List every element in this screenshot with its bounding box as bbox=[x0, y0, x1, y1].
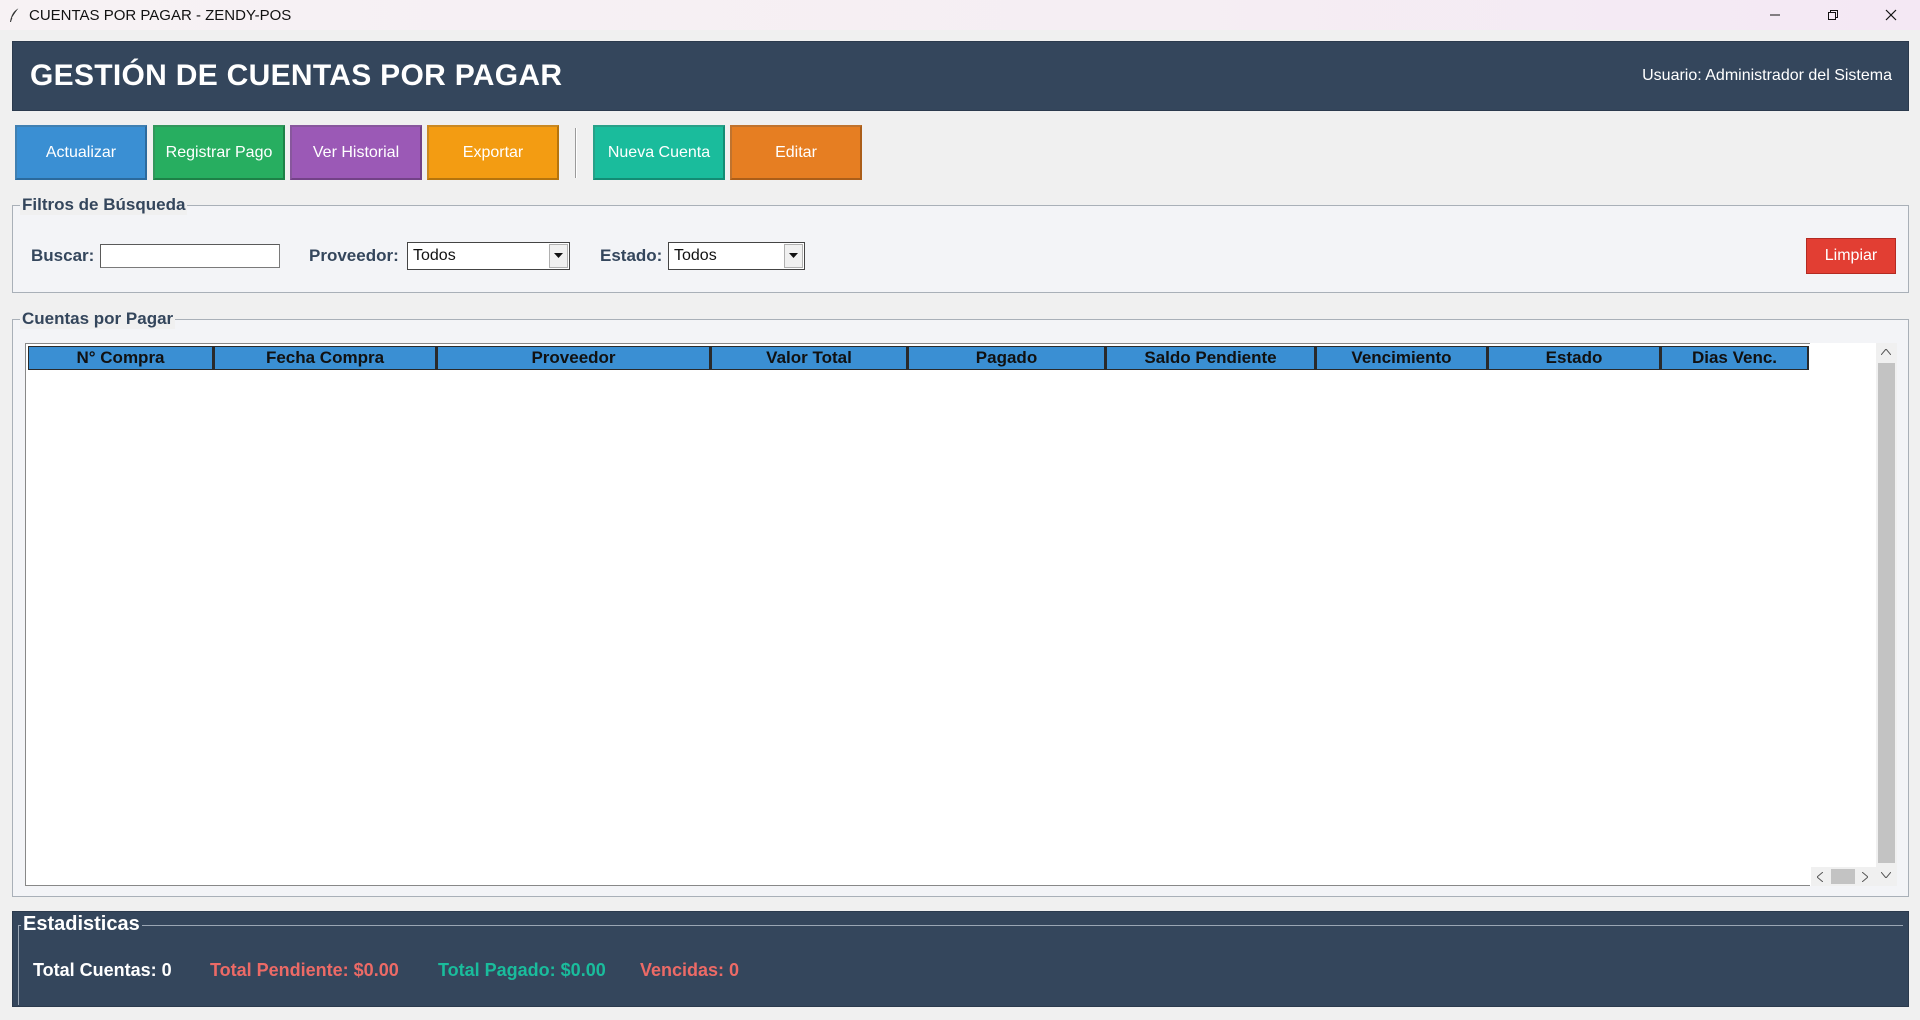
accounts-table[interactable]: N° Compra Fecha Compra Proveedor Valor T… bbox=[25, 343, 1810, 886]
column-header-estado[interactable]: Estado bbox=[1488, 346, 1661, 370]
column-header-dias-venc[interactable]: Dias Venc. bbox=[1661, 346, 1809, 370]
stats-border-left bbox=[18, 925, 22, 1005]
stats-border bbox=[18, 925, 1903, 926]
page-header: GESTIÓN DE CUENTAS POR PAGAR Usuario: Ad… bbox=[12, 41, 1909, 111]
accounts-panel: Cuentas por Pagar N° Compra Fecha Compra… bbox=[12, 309, 1909, 897]
stat-total-cuentas: Total Cuentas: 0 bbox=[33, 960, 172, 980]
stat-total-pendiente: Total Pendiente: $0.00 bbox=[210, 960, 399, 980]
feather-icon bbox=[10, 7, 20, 22]
minimize-icon bbox=[1770, 14, 1780, 16]
window-titlebar: CUENTAS POR PAGAR - ZENDY-POS bbox=[0, 0, 1920, 30]
minimize-button[interactable] bbox=[1746, 0, 1804, 30]
registrar-pago-button[interactable]: Registrar Pago bbox=[153, 125, 285, 180]
scroll-right-icon[interactable] bbox=[1862, 872, 1868, 882]
vertical-scrollbar[interactable] bbox=[1876, 343, 1897, 886]
user-label: Usuario: Administrador del Sistema bbox=[1642, 67, 1892, 84]
accounts-legend: Cuentas por Pagar bbox=[20, 309, 176, 329]
editar-button[interactable]: Editar bbox=[730, 125, 862, 180]
close-icon bbox=[1885, 9, 1897, 21]
scroll-up-icon[interactable] bbox=[1881, 349, 1891, 355]
exportar-button[interactable]: Exportar bbox=[427, 125, 559, 180]
column-header-n-compra[interactable]: N° Compra bbox=[28, 346, 214, 370]
stat-total-pagado: Total Pagado: $0.00 bbox=[438, 960, 606, 980]
dropdown-arrow-icon[interactable] bbox=[784, 244, 803, 268]
restore-icon bbox=[1828, 10, 1838, 20]
filters-panel: Filtros de Búsqueda Buscar: Proveedor: T… bbox=[12, 195, 1909, 293]
proveedor-select-value: Todos bbox=[413, 247, 456, 264]
column-header-saldo-pendiente[interactable]: Saldo Pendiente bbox=[1106, 346, 1316, 370]
toolbar-separator bbox=[575, 128, 577, 178]
estado-select[interactable]: Todos bbox=[668, 242, 805, 270]
estado-select-value: Todos bbox=[674, 247, 717, 264]
ver-historial-button[interactable]: Ver Historial bbox=[290, 125, 422, 180]
column-header-fecha-compra[interactable]: Fecha Compra bbox=[214, 346, 437, 370]
dropdown-arrow-icon[interactable] bbox=[549, 244, 568, 268]
proveedor-label: Proveedor: bbox=[309, 246, 399, 265]
scrollbar-track[interactable] bbox=[1878, 363, 1895, 863]
statistics-panel: Estadisticas Total Cuentas: 0 Total Pend… bbox=[12, 911, 1909, 1007]
window-title: CUENTAS POR PAGAR - ZENDY-POS bbox=[29, 6, 292, 24]
close-button[interactable] bbox=[1862, 0, 1920, 30]
search-input[interactable] bbox=[100, 244, 280, 268]
scroll-down-icon[interactable] bbox=[1881, 872, 1891, 878]
scroll-left-icon[interactable] bbox=[1817, 872, 1823, 882]
actualizar-button[interactable]: Actualizar bbox=[15, 125, 147, 180]
estado-label: Estado: bbox=[600, 246, 663, 265]
nueva-cuenta-button[interactable]: Nueva Cuenta bbox=[593, 125, 725, 180]
window-controls bbox=[1746, 0, 1920, 30]
column-header-valor-total[interactable]: Valor Total bbox=[711, 346, 908, 370]
column-header-pagado[interactable]: Pagado bbox=[908, 346, 1106, 370]
horizontal-scrollbar[interactable] bbox=[1811, 867, 1876, 886]
page-title: GESTIÓN DE CUENTAS POR PAGAR bbox=[30, 59, 563, 92]
filters-legend: Filtros de Búsqueda bbox=[20, 195, 188, 215]
buscar-label: Buscar: bbox=[31, 246, 95, 265]
stat-vencidas: Vencidas: 0 bbox=[640, 960, 740, 980]
proveedor-select[interactable]: Todos bbox=[407, 242, 570, 270]
column-header-proveedor[interactable]: Proveedor bbox=[437, 346, 711, 370]
limpiar-button[interactable]: Limpiar bbox=[1806, 238, 1896, 274]
table-header: N° Compra Fecha Compra Proveedor Valor T… bbox=[28, 346, 1809, 370]
restore-button[interactable] bbox=[1804, 0, 1862, 30]
column-header-vencimiento[interactable]: Vencimiento bbox=[1316, 346, 1488, 370]
stats-legend: Estadisticas bbox=[21, 913, 142, 936]
scrollbar-thumb[interactable] bbox=[1831, 869, 1855, 884]
